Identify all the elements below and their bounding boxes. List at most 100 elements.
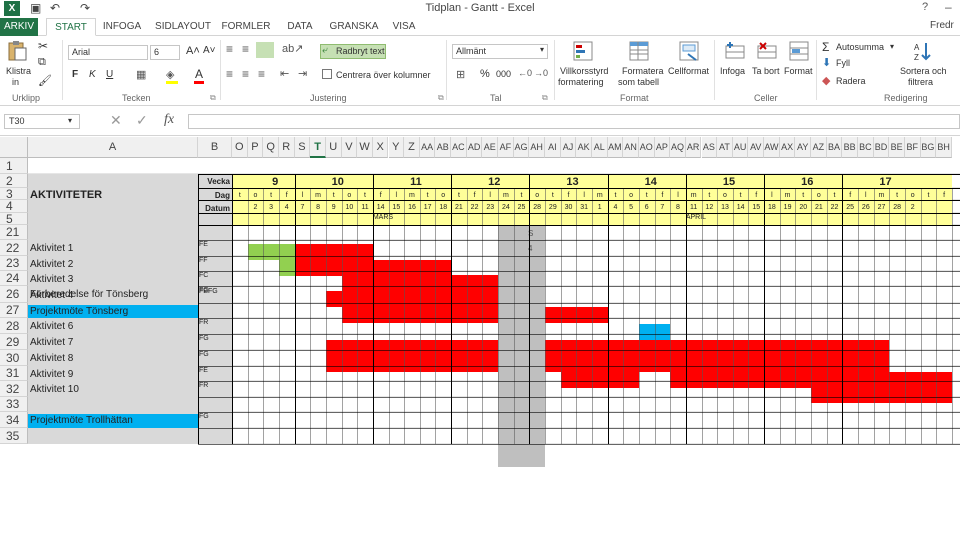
column-header[interactable]: Z bbox=[404, 137, 420, 158]
row-header[interactable]: 1 bbox=[0, 158, 28, 174]
column-header[interactable]: BE bbox=[889, 137, 905, 158]
align-center-icon[interactable]: ≡ bbox=[242, 67, 249, 81]
tab-insert[interactable]: INFOGA bbox=[100, 18, 144, 36]
column-header[interactable]: AU bbox=[732, 137, 749, 158]
align-bottom-icon[interactable] bbox=[256, 42, 274, 58]
number-format-select[interactable]: Allmänt bbox=[452, 44, 548, 59]
column-header[interactable]: X bbox=[372, 137, 389, 158]
percent-button[interactable]: % bbox=[480, 68, 490, 80]
borders-icon[interactable]: ▦ bbox=[136, 68, 146, 81]
column-header[interactable]: S bbox=[294, 137, 311, 158]
format-as-table-icon[interactable] bbox=[628, 40, 650, 62]
column-header[interactable]: BH bbox=[936, 137, 952, 158]
column-header[interactable]: P bbox=[247, 137, 264, 158]
column-header[interactable]: BA bbox=[826, 137, 843, 158]
column-header[interactable]: BD bbox=[873, 137, 890, 158]
column-header-a[interactable]: A bbox=[28, 137, 198, 158]
row-header[interactable]: 32 bbox=[0, 381, 28, 397]
merge-checkbox-icon[interactable] bbox=[322, 69, 332, 79]
orientation-icon[interactable]: ab↗ bbox=[282, 42, 303, 55]
clear-icon[interactable]: ◆ bbox=[822, 74, 830, 87]
column-header[interactable]: U bbox=[325, 137, 342, 158]
column-header[interactable]: R bbox=[278, 137, 295, 158]
decrease-decimal-icon[interactable]: →0 bbox=[534, 68, 548, 78]
column-header[interactable]: O bbox=[232, 137, 248, 158]
column-header[interactable]: AQ bbox=[670, 137, 686, 158]
sort-filter-icon[interactable]: AZ bbox=[912, 40, 934, 62]
column-header[interactable]: BC bbox=[858, 137, 874, 158]
row-header[interactable]: 26 bbox=[0, 286, 28, 303]
column-header[interactable]: Y bbox=[388, 137, 405, 158]
cut-icon[interactable]: ✂ bbox=[38, 39, 48, 53]
alignment-dialog-launcher-icon[interactable]: ⧉ bbox=[438, 93, 444, 103]
column-header[interactable]: AW bbox=[764, 137, 780, 158]
fill-color-icon[interactable]: ◈ bbox=[166, 68, 174, 81]
column-header[interactable]: AH bbox=[529, 137, 545, 158]
column-header[interactable]: AT bbox=[717, 137, 733, 158]
column-header[interactable]: AP bbox=[654, 137, 671, 158]
underline-button[interactable]: U bbox=[106, 69, 113, 80]
font-name-select[interactable]: Arial bbox=[68, 45, 148, 60]
font-color-icon[interactable]: A bbox=[195, 67, 203, 81]
autosum-icon[interactable]: Σ bbox=[822, 40, 829, 54]
number-dialog-launcher-icon[interactable]: ⧉ bbox=[542, 93, 548, 103]
column-header[interactable]: BF bbox=[904, 137, 921, 158]
row-header[interactable]: 31 bbox=[0, 366, 28, 381]
column-header[interactable]: AA bbox=[419, 137, 436, 158]
conditional-formatting-icon[interactable] bbox=[572, 40, 594, 62]
column-header[interactable]: AY bbox=[795, 137, 812, 158]
row-header[interactable]: 33 bbox=[0, 397, 28, 412]
copy-icon[interactable]: ⧉ bbox=[38, 56, 46, 69]
row-header[interactable]: 23 bbox=[0, 256, 28, 271]
align-top-icon[interactable]: ≡ bbox=[226, 42, 233, 56]
delete-cells-icon[interactable] bbox=[756, 40, 778, 62]
align-left-icon[interactable]: ≡ bbox=[226, 67, 233, 81]
enter-icon[interactable]: ✓ bbox=[136, 112, 148, 129]
formula-input[interactable] bbox=[188, 114, 960, 129]
row-header[interactable]: 24 bbox=[0, 271, 28, 286]
format-cells-icon[interactable] bbox=[788, 40, 810, 62]
align-right-icon[interactable]: ≡ bbox=[258, 67, 265, 81]
fill-label[interactable]: Fyll bbox=[836, 58, 850, 68]
row-header[interactable]: 34 bbox=[0, 412, 28, 428]
row-header[interactable]: 30 bbox=[0, 350, 28, 366]
tab-data[interactable]: DATA bbox=[280, 18, 320, 36]
decrease-font-icon[interactable]: A˅ bbox=[203, 45, 216, 56]
row-header[interactable]: 21 bbox=[0, 225, 28, 240]
clear-label[interactable]: Radera bbox=[836, 76, 866, 86]
minimize-icon[interactable]: – bbox=[945, 0, 952, 14]
row-header[interactable]: 4 bbox=[0, 200, 28, 213]
column-header[interactable]: AN bbox=[623, 137, 639, 158]
worksheet-grid[interactable]: A B O P Q R S T U V W X Y Z AA AB AC AD AE AF AG AH AI AJ AK AL… bbox=[0, 137, 960, 467]
font-dialog-launcher-icon[interactable]: ⧉ bbox=[210, 93, 216, 103]
currency-icon[interactable]: ⊞ bbox=[456, 68, 465, 81]
column-header[interactable]: AB bbox=[435, 137, 452, 158]
insert-function-icon[interactable]: fx bbox=[164, 112, 174, 128]
column-header[interactable]: AG bbox=[513, 137, 530, 158]
column-header[interactable]: AX bbox=[779, 137, 796, 158]
column-header[interactable]: AV bbox=[748, 137, 765, 158]
column-header[interactable]: AS bbox=[701, 137, 718, 158]
tab-view[interactable]: VISA bbox=[388, 18, 420, 36]
merge-center-label[interactable]: Centrera över kolumner bbox=[336, 70, 431, 80]
row-header[interactable]: 35 bbox=[0, 428, 28, 444]
column-header[interactable]: AI bbox=[545, 137, 561, 158]
row-header[interactable]: 22 bbox=[0, 240, 28, 256]
column-header[interactable]: Q bbox=[263, 137, 279, 158]
increase-font-icon[interactable]: A˄ bbox=[186, 45, 200, 57]
user-name[interactable]: Fredr bbox=[930, 20, 954, 31]
column-header[interactable]: AL bbox=[591, 137, 608, 158]
row-header[interactable]: 29 bbox=[0, 334, 28, 350]
column-header[interactable]: AO bbox=[638, 137, 655, 158]
column-header-b[interactable]: B bbox=[198, 137, 232, 158]
indent-increase-icon[interactable]: ⇥ bbox=[298, 67, 307, 80]
row-header[interactable]: 27 bbox=[0, 303, 28, 318]
tab-home[interactable]: START bbox=[46, 18, 96, 36]
tab-file[interactable]: ARKIV bbox=[0, 18, 38, 36]
column-header[interactable]: AK bbox=[576, 137, 592, 158]
column-header[interactable]: AD bbox=[466, 137, 483, 158]
column-header[interactable]: V bbox=[341, 137, 358, 158]
help-button[interactable]: ? bbox=[922, 1, 928, 13]
column-header[interactable]: AE bbox=[482, 137, 499, 158]
tab-page-layout[interactable]: SIDLAYOUT bbox=[150, 18, 216, 36]
